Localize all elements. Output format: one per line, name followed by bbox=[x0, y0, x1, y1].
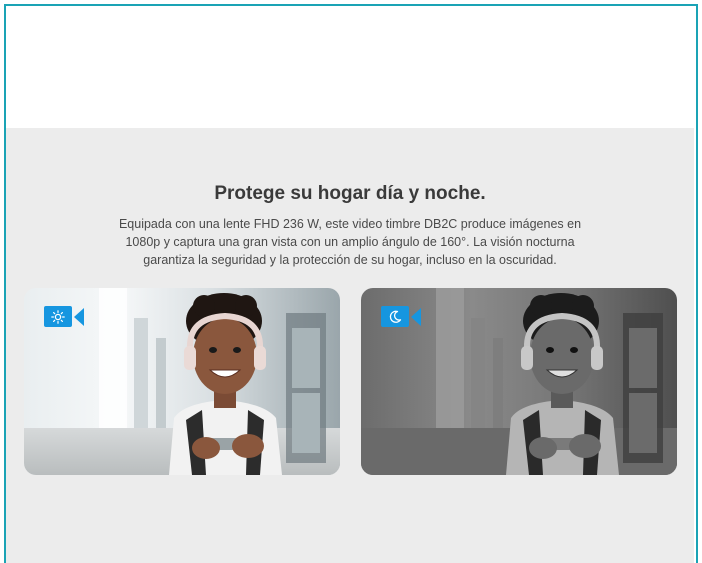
feature-section: Protege su hogar día y noche. Equipada c… bbox=[6, 128, 694, 563]
day-vision-card bbox=[24, 288, 340, 475]
sun-camera-icon bbox=[44, 306, 84, 327]
feature-title: Protege su hogar día y noche. bbox=[214, 183, 486, 204]
moon-camera-icon bbox=[381, 306, 421, 327]
feature-description: Equipada con una lente FHD 236 W, este v… bbox=[118, 217, 582, 267]
night-vision-card bbox=[361, 288, 677, 475]
